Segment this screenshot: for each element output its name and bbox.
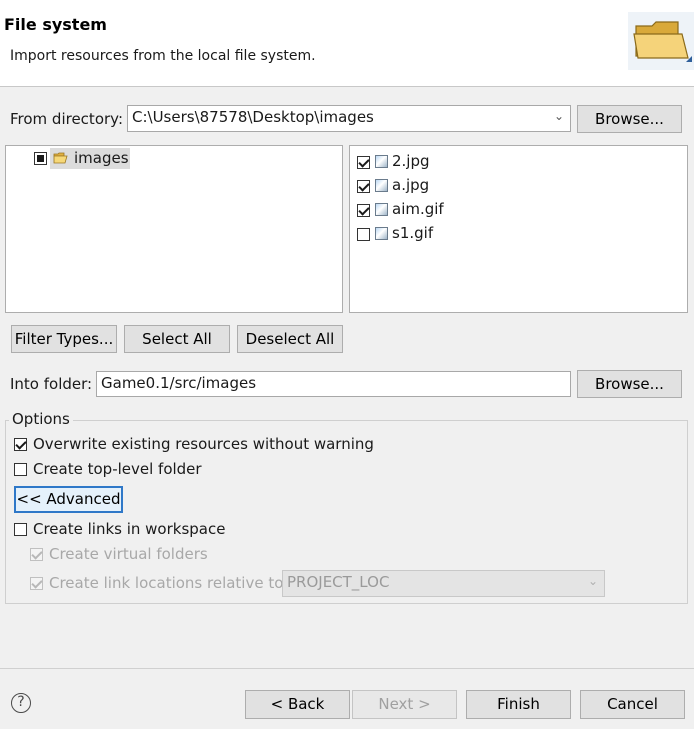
list-item[interactable]: s1.gif [350,222,550,244]
relative-link-label: Create link locations relative to: [49,574,289,592]
list-item[interactable]: a.jpg [350,174,550,196]
file-checkbox[interactable] [357,204,370,217]
page-description: Import resources from the local file sys… [10,48,316,64]
browse-folder-button[interactable]: Browse... [577,370,682,398]
file-name: s1.gif [392,224,434,242]
wizard-header: File system Import resources from the lo… [0,0,694,87]
file-checkbox[interactable] [357,180,370,193]
select-all-button[interactable]: Select All [124,325,230,353]
folder-tree[interactable]: images [5,145,343,313]
from-directory-label: From directory: [10,110,123,128]
from-directory-combo[interactable]: C:\Users\87578\Desktop\images ⌄ [127,105,571,132]
file-name: a.jpg [392,176,430,194]
page-title: File system [4,15,107,34]
overwrite-checkbox[interactable] [14,438,27,451]
image-file-icon [375,179,388,192]
file-name: aim.gif [392,200,444,218]
create-links-label[interactable]: Create links in workspace [33,520,225,538]
virtual-folders-checkbox[interactable] [30,548,43,561]
list-item[interactable]: 2.jpg [350,150,550,172]
tree-item-checkbox[interactable] [34,152,47,165]
into-folder-label: Into folder: [10,375,93,393]
relative-variable-value: PROJECT_LOC [287,573,390,591]
file-checkbox[interactable] [357,228,370,241]
chevron-down-icon[interactable]: ⌄ [554,109,564,123]
deselect-all-button[interactable]: Deselect All [237,325,343,353]
tree-item-label: images [74,149,129,167]
overwrite-label[interactable]: Overwrite existing resources without war… [33,435,374,453]
relative-variable-select[interactable]: PROJECT_LOC ⌄ [282,570,605,597]
into-folder-input[interactable]: Game0.1/src/images [96,371,571,397]
image-file-icon [375,155,388,168]
options-legend: Options [9,410,73,428]
create-links-checkbox[interactable] [14,523,27,536]
chevron-down-icon[interactable]: ⌄ [588,574,598,588]
folder-banner-icon [628,12,694,70]
browse-directory-button[interactable]: Browse... [577,105,682,133]
relative-link-checkbox[interactable] [30,577,43,590]
file-name: 2.jpg [392,152,430,170]
cancel-button[interactable]: Cancel [580,690,685,719]
top-level-folder-checkbox[interactable] [14,463,27,476]
help-icon[interactable]: ? [11,693,31,713]
file-list[interactable]: 2.jpg a.jpg aim.gif s1.gif [349,145,688,313]
advanced-button[interactable]: << Advanced [14,486,123,513]
file-checkbox[interactable] [357,156,370,169]
next-button[interactable]: Next > [352,690,457,719]
top-level-folder-label[interactable]: Create top-level folder [33,460,202,478]
folder-open-icon [53,152,68,164]
virtual-folders-label: Create virtual folders [49,545,208,563]
finish-button[interactable]: Finish [466,690,571,719]
from-directory-value: C:\Users\87578\Desktop\images [132,108,374,126]
image-file-icon [375,227,388,240]
list-item[interactable]: aim.gif [350,198,550,220]
image-file-icon [375,203,388,216]
footer-divider [0,668,694,669]
back-button[interactable]: < Back [245,690,350,719]
filter-types-button[interactable]: Filter Types... [11,325,117,353]
